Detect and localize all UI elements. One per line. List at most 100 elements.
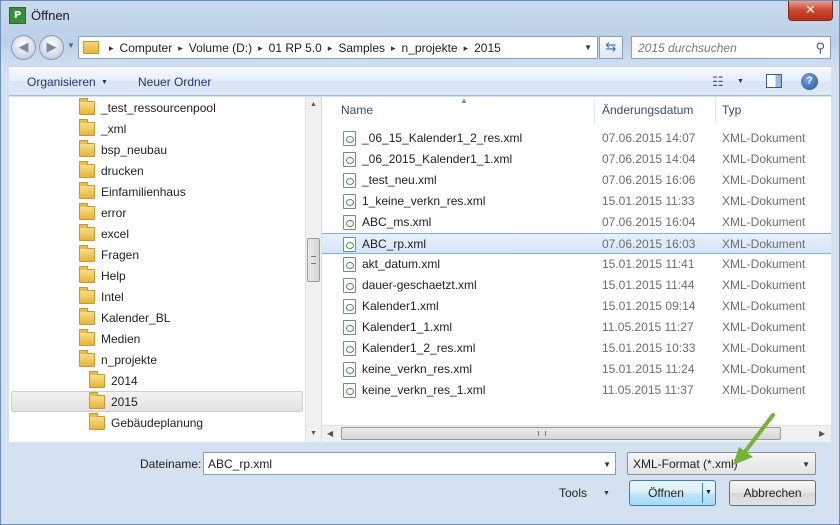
chevron-down-icon[interactable]: ▼ [737, 78, 744, 85]
file-row[interactable]: _test_neu.xml 07.06.2015 16:06 XML-Dokumen… [322, 170, 831, 191]
breadcrumb-item[interactable]: 01 RP 5.0 [269, 41, 322, 55]
column-name[interactable]: Name [341, 103, 373, 117]
file-row[interactable]: keine_verkn_res_1.xml 11.05.2015 11:37 XML… [322, 380, 831, 401]
folder-icon [79, 244, 95, 262]
recent-locations-dropdown[interactable]: ▼ [67, 41, 75, 50]
file-row[interactable]: dauer-geschaetzt.xml 15.01.2015 11:44 XML-… [322, 275, 831, 296]
file-type: XML-Dokument [722, 341, 806, 355]
file-type: XML-Dokument [722, 194, 806, 208]
help-icon[interactable]: ? [801, 73, 818, 90]
column-divider[interactable] [594, 97, 595, 123]
command-toolbar: Organisieren ▼ Neuer Ordner ☷ ▼ ? [9, 66, 831, 96]
file-row[interactable]: keine_verkn_res.xml 15.01.2015 11:24 XML-D… [322, 359, 831, 380]
file-row[interactable]: ABC_ms.xml 07.06.2015 16:04 XML-Dokument [322, 212, 831, 233]
file-row[interactable]: _06_2015_Kalender1_1.xml 07.06.2015 14:04… [322, 149, 831, 170]
forward-button[interactable]: ▶ [39, 35, 64, 60]
tree-item[interactable]: Help [79, 265, 126, 286]
file-row[interactable]: _06_15_Kalender1_2_res.xml 07.06.2015 14:… [322, 128, 831, 149]
folder-icon [83, 41, 99, 54]
chevron-right-icon[interactable]: ▸ [258, 43, 263, 54]
file-date: 15.01.2015 11:33 [602, 194, 695, 208]
breadcrumb-item[interactable]: n_projekte [402, 41, 458, 55]
chevron-right-icon[interactable]: ▸ [464, 43, 469, 54]
grip-icon [538, 431, 546, 436]
file-row[interactable]: Kalender1_1.xml 11.05.2015 11:27 XML-Dokum… [322, 317, 831, 338]
tree-item[interactable]: 2014 [89, 370, 138, 391]
breadcrumb-item[interactable]: Volume (D:) [189, 41, 252, 55]
tree-item[interactable]: Gebäudeplanung [89, 412, 203, 433]
breadcrumb-item[interactable]: 2015 [474, 41, 501, 55]
tree-item[interactable]: _xml [79, 118, 126, 139]
column-type[interactable]: Typ [722, 103, 741, 117]
cancel-button[interactable]: Abbrechen [729, 480, 816, 506]
file-row[interactable]: ABC_rp.xml 07.06.2015 16:03 XML-Dokument [322, 233, 831, 254]
file-date: 11.05.2015 11:37 [602, 383, 694, 397]
title-bar[interactable]: P Öffnen ✕ [1, 1, 839, 31]
chevron-down-icon[interactable]: ▼ [603, 460, 611, 469]
annotation-arrow-head [733, 447, 753, 465]
scrollbar-thumb[interactable] [341, 427, 781, 440]
tree-item[interactable]: Medien [79, 328, 140, 349]
search-icon[interactable]: ⚲ [815, 40, 825, 56]
tree-item[interactable]: _test_ressourcenpool [79, 97, 216, 118]
chevron-down-icon[interactable]: ▼ [603, 490, 610, 497]
file-row[interactable]: 1_keine_verkn_res.xml 15.01.2015 11:33 XML… [322, 191, 831, 212]
file-name: ABC_rp.xml [362, 237, 427, 251]
scroll-right-icon[interactable]: ▶ [819, 429, 825, 438]
tree-item[interactable]: Einfamilienhaus [79, 181, 186, 202]
organize-button[interactable]: Organisieren [27, 75, 96, 89]
back-button[interactable]: ◀ [11, 35, 36, 60]
tree-item[interactable]: 2015 [11, 391, 303, 412]
grip-icon [311, 256, 316, 264]
chevron-right-icon[interactable]: ▸ [391, 43, 396, 54]
new-folder-button[interactable]: Neuer Ordner [138, 75, 211, 89]
scroll-left-icon[interactable]: ◀ [327, 429, 333, 438]
file-type: XML-Dokument [722, 278, 806, 292]
split-divider [702, 483, 703, 503]
chevron-right-icon[interactable]: ▸ [109, 43, 114, 54]
column-divider[interactable] [715, 97, 716, 123]
tree-item[interactable]: bsp_neubau [79, 139, 167, 160]
address-dropdown[interactable]: ▼ [584, 43, 592, 52]
filename-input[interactable] [208, 456, 588, 472]
tree-item-label: 2014 [111, 373, 138, 388]
folder-icon [79, 328, 95, 346]
open-button[interactable]: Öffnen ▼ [629, 480, 716, 506]
file-row[interactable]: akt_datum.xml 15.01.2015 11:41 XML-Dokumen… [322, 254, 831, 275]
search-input[interactable] [638, 40, 803, 56]
tree-item[interactable]: Kalender_BL [79, 307, 170, 328]
view-options-icon[interactable]: ☷ [712, 74, 724, 90]
chevron-right-icon[interactable]: ▸ [328, 43, 333, 54]
tree-item[interactable]: error [79, 202, 126, 223]
scroll-up-icon[interactable]: ▲ [310, 101, 317, 108]
tree-item[interactable]: excel [79, 223, 129, 244]
chevron-down-icon[interactable]: ▼ [705, 481, 712, 505]
preview-pane-icon[interactable] [766, 74, 782, 88]
address-bar[interactable]: ▸ Computer ▸ Volume (D:) ▸ 01 RP 5.0 ▸ Samples ▸… [78, 36, 598, 59]
folder-icon [79, 181, 95, 199]
scroll-down-icon[interactable]: ▼ [310, 430, 317, 437]
tree-item[interactable]: drucken [79, 160, 144, 181]
column-date[interactable]: Änderungsdatum [602, 103, 693, 117]
tree-item-label: drucken [101, 163, 144, 178]
open-button-label: Öffnen [648, 486, 684, 500]
tree-item[interactable]: n_projekte [79, 349, 157, 370]
tree-item[interactable]: Fragen [79, 244, 139, 265]
file-row[interactable]: Kalender1_2_res.xml 15.01.2015 10:33 XML-D… [322, 338, 831, 359]
navigation-scrollbar[interactable]: ▲ ▼ [305, 97, 321, 442]
chevron-right-icon[interactable]: ▸ [178, 43, 183, 54]
breadcrumb-item[interactable]: Computer [120, 41, 173, 55]
scrollbar-thumb[interactable] [307, 238, 320, 282]
file-type: XML-Dokument [722, 299, 806, 313]
tools-menu[interactable]: Tools [559, 486, 587, 500]
folder-icon [79, 118, 95, 136]
filename-combobox[interactable]: ▼ [203, 452, 616, 475]
tree-item[interactable]: Intel [79, 286, 124, 307]
file-row[interactable]: Kalender1.xml 15.01.2015 09:14 XML-Dokumen… [322, 296, 831, 317]
file-date: 15.01.2015 11:41 [602, 257, 695, 271]
breadcrumb-item[interactable]: Samples [338, 41, 385, 55]
refresh-button[interactable]: ⇆ [599, 36, 623, 59]
file-type-value: XML-Format (*.xml) [633, 457, 738, 471]
close-button[interactable]: ✕ [788, 1, 833, 21]
search-box[interactable]: ⚲ [631, 36, 831, 59]
